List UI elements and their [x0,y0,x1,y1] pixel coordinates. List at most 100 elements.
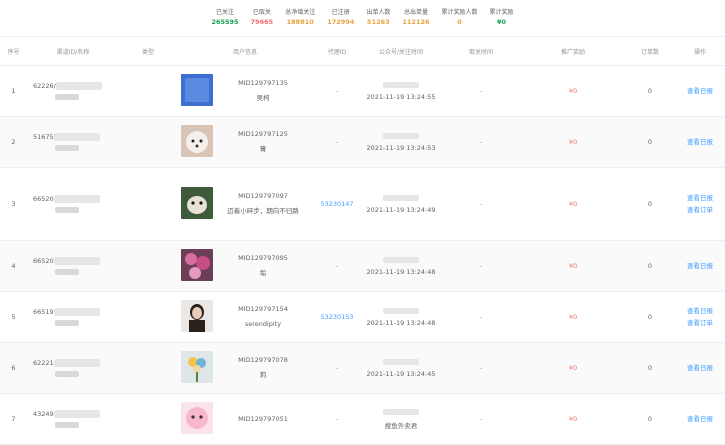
reward: ¥0 [521,291,625,343]
unfollow-time: - [441,65,521,117]
channel-id-text: 43249 [33,410,54,418]
avatar [181,351,213,385]
blurred-account [383,358,419,365]
reward: ¥0 [521,393,625,445]
type-cell [119,65,177,117]
row-index: 6 [0,342,27,394]
order-count: 0 [625,167,675,241]
stat-7: 累计奖励 ¥0 [490,8,514,36]
user-info: MID129797125 箐 [177,116,313,168]
stat-label: 出单人数 [366,9,391,16]
stats-bar: 已关注 265595 已取关 79665 总净增关注 188810 已注册 172994 出单人… [0,0,725,36]
row-index: 7 [0,393,27,445]
follow-time-text: 2021-11-19 13:24:45 [366,369,436,378]
stat-2: 总净增关注 188810 [285,8,315,36]
follow-time-text: 2021-11-19 13:24:53 [366,143,436,152]
blurred-channel-name [53,133,100,141]
user-info: MID129797097 迈着小碎步，期向不归路 [177,167,313,241]
op-link[interactable]: 查看日报 [675,192,725,204]
agent-id: - [313,240,361,292]
op-link[interactable]: 查看日报 [675,85,725,97]
user-id: MID129797154 [238,305,288,313]
follow-time: 2021-11-19 13:24:53 [361,116,441,168]
user-name: 莉 [259,371,267,379]
unfollow-time: - [441,342,521,394]
agent-id[interactable]: 53230153 [313,291,361,343]
blurred-channel-sub [55,94,79,100]
order-count: 0 [625,116,675,168]
follow-time-text: 2021-11-19 13:24:48 [366,267,436,276]
type-cell [119,167,177,241]
op-link[interactable]: 查看日报 [675,260,725,272]
table-row: 1 62226/MID129797135 吴柯 -2021-11-19 13:24:5… [0,65,725,117]
user-id: MID129797097 [238,192,288,200]
agent-id: - [313,393,361,445]
stat-5: 总出单量 112126 [402,8,429,36]
channel-id: 62221 [27,342,119,394]
stat-label: 总净增关注 [285,9,316,16]
type-cell [119,116,177,168]
follow-time: 2021-11-19 13:24:55 [361,65,441,117]
channel-id-text: 66519 [33,308,54,316]
reward: ¥0 [521,65,625,117]
blurred-account [383,81,419,88]
operations: 查看日报 [675,393,725,445]
op-link[interactable]: 查看日报 [675,413,725,425]
blurred-account [383,307,419,314]
table-row: 4 66520 MID129797095 垢 -2021-11-19 13:24:48-… [0,240,725,292]
channel-id: 43249 [27,393,119,445]
follow-time: 2021-11-19 13:24:48 [361,291,441,343]
user-info: MID129797095 垢 [177,240,313,292]
row-index: 2 [0,116,27,168]
table-row: 6 62221 MID129797078 莉 -2021-11-19 13:24:45-… [0,342,725,394]
avatar [181,249,213,283]
agent-id[interactable]: 53230147 [313,167,361,241]
blurred-account [383,408,419,415]
stat-value: 51263 [367,18,390,26]
blurred-channel-sub [55,145,79,151]
stat-value: 188810 [286,18,314,26]
op-link[interactable]: 查看订单 [675,204,725,216]
op-link[interactable]: 查看日报 [675,136,725,148]
op-link[interactable]: 查看日报 [675,362,725,374]
stat-1: 已取关 79665 [251,8,274,36]
stat-6: 累计奖励人数 0 [442,8,478,36]
stat-label: 已取关 [252,9,271,16]
stat-3: 已注册 172994 [327,8,354,36]
column-header: 推广奖励 [521,36,625,66]
type-cell [119,342,177,394]
operations: 查看日报 查看订单 [675,167,725,241]
blurred-channel-name [53,308,100,316]
operations: 查看日报 [675,342,725,394]
stat-0: 已关注 265595 [211,8,238,36]
channel-id-text: 66520 [33,257,54,265]
stat-value: 172994 [327,18,355,26]
blurred-channel-name [53,195,100,203]
unfollow-time: - [441,393,521,445]
follow-time: 2021-11-19 13:24:49 [361,167,441,241]
operations: 查看日报 [675,116,725,168]
column-header: 取关时间 [441,36,521,66]
op-link[interactable]: 查看订单 [675,317,725,329]
operations: 查看日报 [675,240,725,292]
reward: ¥0 [521,167,625,241]
channel-id-text: 51675 [33,133,54,141]
agent-id: - [313,116,361,168]
unfollow-time: - [441,116,521,168]
table-row: 2 51675 MID129797125 箐 -2021-11-19 13:24:53-… [0,116,725,168]
stat-label: 累计奖励 [489,9,514,16]
stat-label: 总出单量 [403,9,428,16]
column-header: 代理ID [313,36,361,66]
column-header: 渠道ID/名称 [27,36,119,66]
avatar [181,125,213,159]
follow-time-text: 2021-11-19 13:24:55 [366,92,436,101]
user-id: MID129797135 [238,79,288,87]
user-info: MID129797051 [177,393,313,445]
reward: ¥0 [521,342,625,394]
avatar [181,74,213,108]
order-count: 0 [625,65,675,117]
reward: ¥0 [521,116,625,168]
column-header: 用户信息 [177,36,313,66]
column-header: 序号 [0,36,27,66]
op-link[interactable]: 查看日报 [675,305,725,317]
